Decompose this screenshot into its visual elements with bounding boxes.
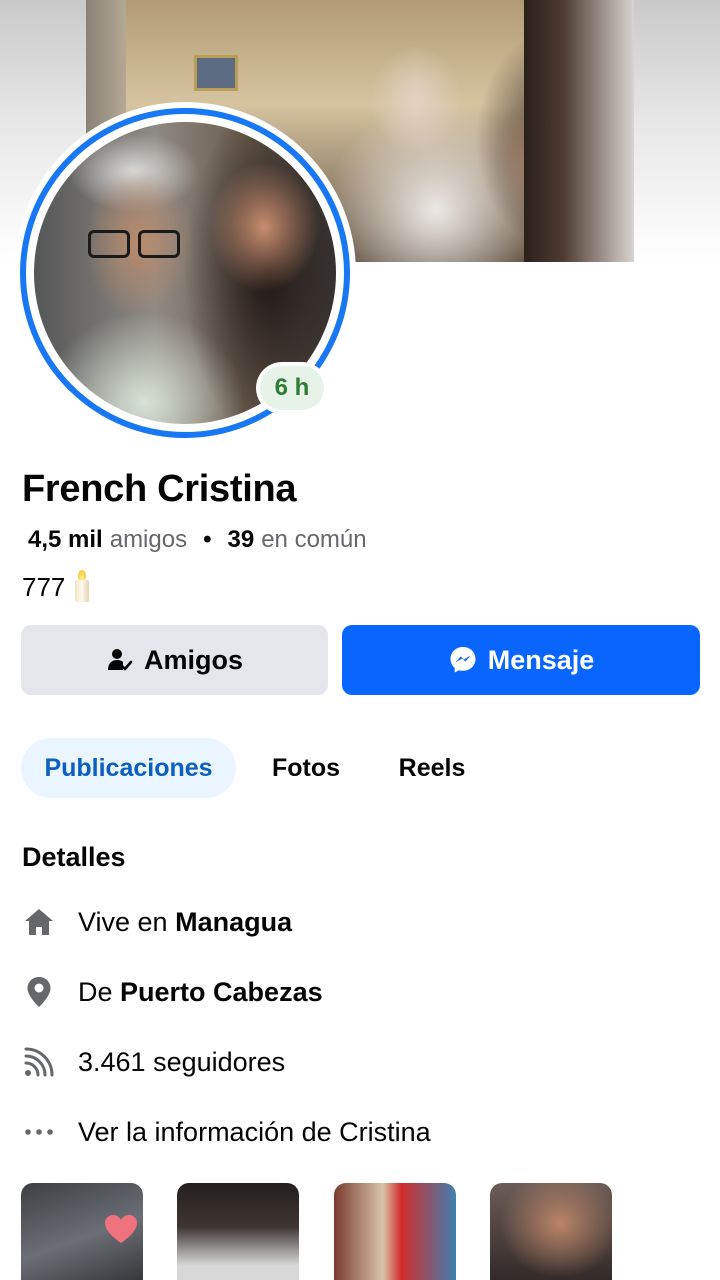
- rss-feed-icon: [22, 1045, 56, 1079]
- candle-icon: [69, 570, 95, 604]
- featured-thumbnail[interactable]: [21, 1183, 143, 1280]
- featured-thumbnail[interactable]: [177, 1183, 299, 1280]
- story-badge: 6 h: [256, 362, 328, 414]
- message-button-label: Mensaje: [487, 644, 595, 675]
- featured-thumbnail[interactable]: [490, 1183, 612, 1280]
- mutual-label: en común: [261, 526, 367, 553]
- separator-dot: •: [203, 526, 212, 553]
- messenger-icon: [448, 645, 478, 675]
- detail-lives-in: Vive en Managua: [22, 902, 292, 942]
- tab-fotos[interactable]: Fotos: [262, 738, 350, 798]
- tab-reels[interactable]: Reels: [388, 738, 476, 798]
- friend-stats[interactable]: 4,5 mil amigos • 39 en común: [28, 526, 367, 554]
- friends-count: 4,5 mil: [28, 526, 103, 553]
- detail-from: De Puerto Cabezas: [22, 972, 323, 1012]
- from-city: Puerto Cabezas: [120, 976, 323, 1007]
- message-button[interactable]: Mensaje: [342, 625, 700, 695]
- wall-picture-frame: [194, 55, 238, 91]
- mutual-count: 39: [227, 526, 255, 553]
- bio: 777: [22, 570, 95, 604]
- profile-name: French Cristina: [22, 468, 297, 510]
- followers-text: 3.461 seguidores: [78, 1046, 286, 1077]
- friends-button[interactable]: Amigos: [21, 625, 328, 695]
- home-icon: [22, 905, 56, 939]
- glasses-detail: [88, 230, 184, 260]
- story-age: 6 h: [260, 366, 324, 410]
- friends-button-label: Amigos: [143, 644, 243, 675]
- location-pin-icon: [22, 975, 56, 1009]
- detail-followers[interactable]: 3.461 seguidores: [22, 1042, 285, 1082]
- bio-text: 777: [22, 571, 66, 602]
- tab-publicaciones[interactable]: Publicaciones: [21, 738, 236, 798]
- see-more-text: Ver la información de Cristina: [78, 1116, 431, 1147]
- more-dots-icon: [22, 1115, 56, 1149]
- lives-city: Managua: [175, 906, 293, 937]
- details-title: Detalles: [22, 842, 126, 872]
- friends-label: amigos: [109, 526, 188, 553]
- heart-icon: [105, 1215, 137, 1243]
- featured-thumbnail[interactable]: [334, 1183, 456, 1280]
- detail-see-more[interactable]: Ver la información de Cristina: [22, 1112, 431, 1152]
- friend-check-icon: [106, 646, 134, 674]
- from-prefix: De: [78, 976, 113, 1007]
- profile-page: 6 h French Cristina 4,5 mil amigos • 39 …: [0, 0, 720, 1280]
- lives-prefix: Vive en: [78, 906, 168, 937]
